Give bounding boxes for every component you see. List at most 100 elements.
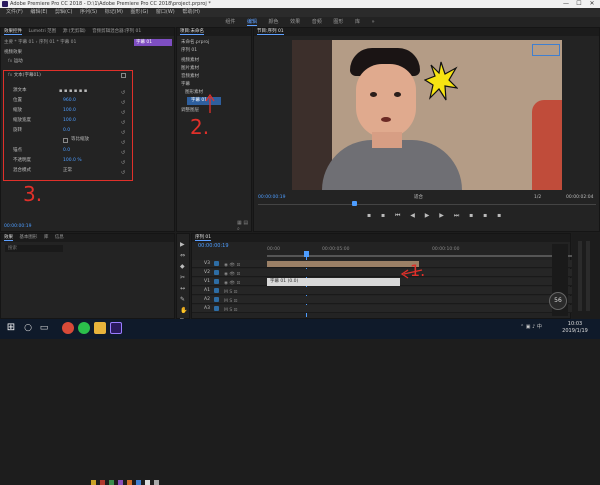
track-target-toggle[interactable] <box>214 288 219 293</box>
tab-effect-controls[interactable]: 效果控件 <box>4 29 22 35</box>
menu-help[interactable]: 帮助(H) <box>182 9 200 15</box>
prop-value[interactable]: 0.0 <box>63 148 70 154</box>
text-bounding-box[interactable] <box>532 44 560 56</box>
meter-right <box>586 241 590 311</box>
tab-essential-graphics[interactable]: 基本图形 <box>19 235 37 240</box>
prop-value[interactable]: 0.0 <box>63 128 70 134</box>
quality-dropdown[interactable]: 1/2 <box>534 195 541 201</box>
track-target-toggle[interactable] <box>214 279 219 284</box>
new-item-icon[interactable]: ▦ ▤ ⌕ <box>237 220 251 232</box>
color-swatch[interactable] <box>118 480 123 485</box>
color-swatch[interactable] <box>136 480 141 485</box>
timeline-timecode[interactable]: 00:00:00:19 <box>198 243 229 249</box>
tab-library[interactable]: 库 <box>44 235 49 240</box>
uniform-scale-checkbox[interactable] <box>63 138 68 143</box>
effects-browser-tabs: 效果 基本图形 库 信息 <box>1 234 174 242</box>
menu-sequence[interactable]: 序列(S) <box>80 9 97 15</box>
project-item[interactable]: 音频素材 <box>181 74 199 80</box>
track-target-toggle[interactable] <box>214 270 219 275</box>
menu-clip[interactable]: 剪辑(C) <box>55 9 72 15</box>
clock[interactable]: 10:03 2019/1/19 <box>560 321 590 335</box>
prop-label: 源文本 <box>13 88 27 93</box>
color-swatch[interactable] <box>109 480 114 485</box>
menu-marker[interactable]: 标记(M) <box>105 9 123 15</box>
workspace-tab[interactable]: 图形 <box>333 19 343 25</box>
tray-icons[interactable]: ⌃ ▣ ♪ 中 <box>520 323 542 330</box>
windows-icon[interactable]: ⊞ <box>5 322 17 334</box>
text-tools-icons[interactable]: ▪ ▪ ▪ ▪ ▪ ▪ <box>59 88 87 94</box>
track-target-toggle[interactable] <box>214 306 219 311</box>
tab-effects[interactable]: 效果 <box>4 235 13 241</box>
color-swatch[interactable] <box>145 480 150 485</box>
track-label: V2 <box>204 270 210 275</box>
prop-value[interactable]: 960.0 <box>63 98 76 104</box>
program-timecode[interactable]: 00:00:00:19 <box>258 195 285 201</box>
tab-lumetri-scopes[interactable]: Lumetri 范围 <box>28 29 56 34</box>
person-eye-right <box>394 92 401 97</box>
color-swatch[interactable] <box>91 480 96 485</box>
project-file[interactable]: 未命名.prproj <box>181 40 209 46</box>
prop-label: 锚点 <box>13 148 22 153</box>
track-header-icons[interactable]: ◉ 👁 ⊡ ◉ 👁 ⊡ ◉ 👁 ⊡ M S ⊡ M S ⊡ M S ⊡ <box>224 261 240 315</box>
search-icon[interactable]: ○ <box>22 322 34 334</box>
effects-search-input[interactable]: 搜索 <box>5 245 63 252</box>
project-item[interactable]: 序列 01 <box>181 48 197 54</box>
menu-edit[interactable]: 编辑(E) <box>30 9 47 15</box>
tab-project[interactable]: 项目:未命名 <box>180 29 205 35</box>
program-scrubber[interactable] <box>258 204 596 205</box>
tab-source[interactable]: 源:(无剪辑) <box>63 29 86 34</box>
workspace-tab[interactable]: 组件 <box>225 19 235 25</box>
program-playhead[interactable] <box>352 201 357 206</box>
keyframe-reset-icons[interactable]: ↺ ↺ ↺ ↺ ↺ ↺ ↺ ↺ ↺ <box>121 88 125 178</box>
track-target-toggle[interactable] <box>214 261 219 266</box>
menu-window[interactable]: 窗口(W) <box>156 9 175 15</box>
premiere-icon <box>2 1 8 7</box>
color-swatch[interactable] <box>154 480 159 485</box>
close-button[interactable]: ✕ <box>586 0 598 8</box>
workspace-tab[interactable]: 颜色 <box>269 19 279 25</box>
chrome-icon[interactable] <box>62 322 74 334</box>
text-clip[interactable]: 字幕 01 (0.0) <box>267 278 400 286</box>
video-clip-v3[interactable] <box>267 261 419 267</box>
task-view-icon[interactable]: ▭ <box>38 322 50 334</box>
window-title: Adobe Premiere Pro CC 2018 - D:\1\Adobe … <box>10 1 211 7</box>
tab-audio-mixer[interactable]: 音频剪辑混合器:序列 01 <box>92 29 141 34</box>
menu-graphics[interactable]: 图形(G) <box>131 9 149 15</box>
color-swatch[interactable] <box>100 480 105 485</box>
project-item[interactable]: 图片素材 <box>181 66 199 72</box>
wechat-icon[interactable] <box>78 322 90 334</box>
track-target-toggle[interactable] <box>214 297 219 302</box>
time-ruler[interactable] <box>267 255 572 257</box>
tab-info[interactable]: 信息 <box>55 235 64 240</box>
surprise-sticker-icon <box>424 61 458 101</box>
prop-value[interactable]: 100.0 <box>63 118 76 124</box>
workspace-bar: 组件 编辑 颜色 效果 音频 图形 库 » <box>0 17 600 27</box>
fx-motion-label[interactable]: 运动 <box>14 59 23 64</box>
file-explorer-icon[interactable] <box>94 322 106 334</box>
prop-value[interactable]: 正常 <box>63 168 72 174</box>
color-swatch[interactable] <box>127 480 132 485</box>
tool-icons[interactable]: ▶⇔◆✂↔✎✋T <box>180 239 187 327</box>
minimize-button[interactable]: — <box>560 0 572 8</box>
person-eye-left <box>370 92 377 97</box>
tab-program[interactable]: 节目:序列 01 <box>257 29 284 35</box>
fit-dropdown[interactable]: 适合 <box>414 195 423 201</box>
workspace-tab[interactable]: 音频 <box>312 19 322 25</box>
prop-value[interactable]: 100.0 % <box>63 158 82 164</box>
workspace-tab[interactable]: 效果 <box>290 19 300 25</box>
project-item[interactable]: 视频素材 <box>181 58 199 64</box>
video-frame[interactable] <box>292 40 562 190</box>
mini-timeline-clip[interactable]: 字幕 01 <box>134 39 172 46</box>
effect-timecode[interactable]: 00:00:00:19 <box>4 224 31 230</box>
tab-sequence[interactable]: 序列 01 <box>195 235 212 241</box>
audio-level-dial[interactable]: 56 <box>549 292 567 310</box>
workspace-overflow[interactable]: » <box>372 19 375 25</box>
workspace-tab-active[interactable]: 编辑 <box>246 19 257 26</box>
workspace-tab[interactable]: 库 <box>355 19 360 25</box>
prop-value[interactable]: 100.0 <box>63 108 76 114</box>
menu-file[interactable]: 文件(F) <box>6 9 23 15</box>
prop-label: 缩放 <box>13 108 22 113</box>
premiere-icon[interactable] <box>110 322 122 334</box>
transport-controls[interactable]: ▪ ▪ ⏮ ◀ ▶ ▶ ⏭ ▪ ▪ ▪ <box>367 212 505 220</box>
maximize-button[interactable]: ☐ <box>573 0 585 8</box>
